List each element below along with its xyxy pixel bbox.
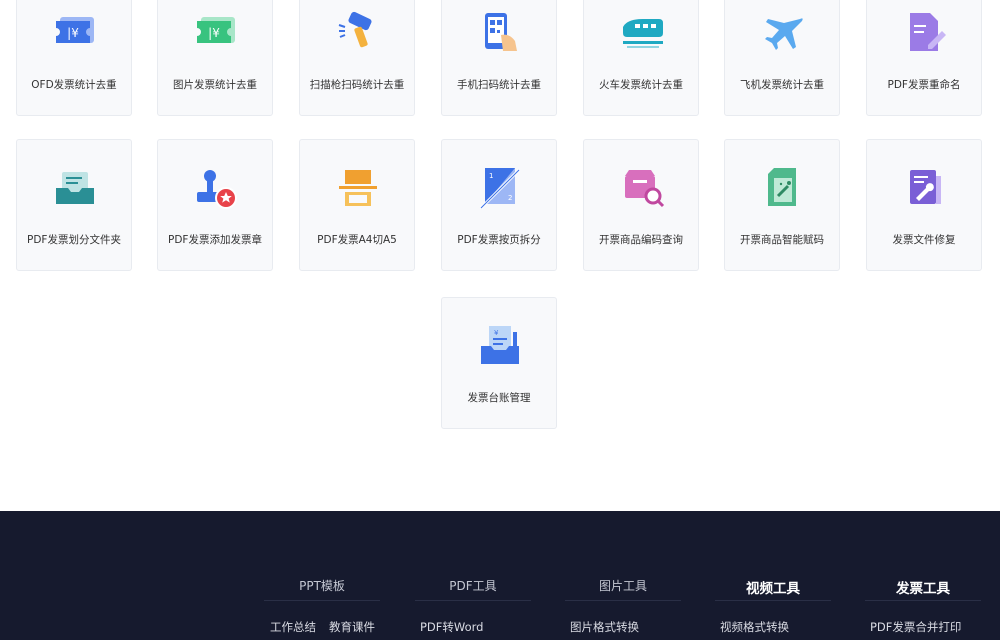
tool-pdf-invoice-rename[interactable]: PDF发票重命名	[866, 0, 982, 116]
airplane-icon	[765, 18, 803, 50]
svg-text:¥: ¥	[494, 329, 499, 337]
footer-heading-video-tools[interactable]: 视频工具	[715, 577, 831, 597]
tool-phone-scan-dedup[interactable]: 手机扫码统计去重	[441, 0, 557, 116]
tool-label: PDF发票A4切A5	[317, 234, 397, 246]
footer-link-pdf-invoice-merge-print[interactable]: PDF发票合并打印	[870, 619, 961, 635]
ledger-icon: ¥	[481, 326, 519, 364]
tool-label: OFD发票统计去重	[31, 79, 117, 91]
product-code-search-icon	[625, 170, 665, 208]
tool-label: 飞机发票统计去重	[740, 79, 824, 91]
tool-label: 开票商品智能赋码	[740, 234, 824, 246]
tool-label: PDF发票重命名	[887, 79, 961, 91]
stamp-icon	[197, 170, 237, 209]
tool-train-invoice-dedup[interactable]: 火车发票统计去重	[583, 0, 699, 116]
barcode-scanner-icon	[338, 11, 372, 48]
tool-product-code-search[interactable]: 开票商品编码查询	[583, 139, 699, 271]
tool-label: 手机扫码统计去重	[457, 79, 541, 91]
footer-divider	[565, 600, 681, 601]
footer-link-education-courseware[interactable]: 教育课件	[329, 619, 375, 635]
folder-split-icon	[56, 172, 94, 204]
tool-label: 图片发票统计去重	[173, 79, 257, 91]
ofd-invoice-icon: |¥	[56, 17, 94, 43]
tool-label: PDF发票按页拆分	[457, 234, 541, 246]
footer-divider	[415, 600, 531, 601]
tool-label: 开票商品编码查询	[599, 234, 683, 246]
footer-heading-image-tools[interactable]: 图片工具	[565, 577, 681, 594]
footer-divider	[264, 600, 380, 601]
phone-scan-icon	[485, 13, 517, 51]
footer-divider	[715, 600, 831, 601]
footer-link-image-format-convert[interactable]: 图片格式转换	[570, 619, 639, 635]
svg-text:|¥: |¥	[208, 26, 220, 40]
tool-label: 发票文件修复	[892, 234, 956, 246]
tool-scanner-dedup[interactable]: 扫描枪扫码统计去重	[299, 0, 415, 116]
tool-invoice-ledger[interactable]: ¥ 发票台账管理	[441, 297, 557, 429]
page-split-icon: 1 2	[479, 168, 521, 210]
tool-image-invoice-dedup[interactable]: |¥ 图片发票统计去重	[157, 0, 273, 116]
smart-coding-icon	[768, 168, 796, 206]
tool-pdf-a4-cut-a5[interactable]: PDF发票A4切A5	[299, 139, 415, 271]
footer-link-pdf-to-word[interactable]: PDF转Word	[420, 619, 483, 635]
footer-link-work-summary[interactable]: 工作总结	[270, 619, 316, 635]
train-icon	[623, 19, 663, 48]
tool-label: PDF发票划分文件夹	[27, 234, 121, 246]
footer-heading-pdf-tools[interactable]: PDF工具	[415, 577, 531, 594]
tool-label: 扫描枪扫码统计去重	[309, 79, 405, 91]
tool-ofd-invoice-dedup[interactable]: |¥ OFD发票统计去重	[16, 0, 132, 116]
file-repair-icon	[910, 170, 941, 204]
site-footer: PPT模板 工作总结 教育课件 PDF工具 PDF转Word 图片工具 图片格式…	[0, 511, 1000, 640]
footer-heading-ppt[interactable]: PPT模板	[264, 577, 380, 594]
tool-pdf-page-split[interactable]: 1 2 PDF发票按页拆分	[441, 139, 557, 271]
footer-link-video-format-convert[interactable]: 视频格式转换	[720, 619, 789, 635]
svg-text:|¥: |¥	[67, 26, 79, 40]
tool-pdf-add-stamp[interactable]: PDF发票添加发票章	[157, 139, 273, 271]
tool-pdf-folder-split[interactable]: PDF发票划分文件夹	[16, 139, 132, 271]
svg-text:1: 1	[489, 172, 493, 180]
tool-flight-invoice-dedup[interactable]: 飞机发票统计去重	[724, 0, 840, 116]
rename-edit-icon	[910, 13, 946, 51]
tool-invoice-file-repair[interactable]: 发票文件修复	[866, 139, 982, 271]
tool-label: 火车发票统计去重	[599, 79, 683, 91]
footer-heading-invoice-tools[interactable]: 发票工具	[865, 577, 981, 597]
svg-text:2: 2	[508, 194, 512, 202]
image-invoice-icon: |¥	[197, 17, 235, 43]
tool-label: PDF发票添加发票章	[168, 234, 262, 246]
tool-label: 发票台账管理	[467, 392, 531, 404]
tool-product-smart-coding[interactable]: 开票商品智能赋码	[724, 139, 840, 271]
a4-cut-a5-icon	[339, 170, 377, 206]
footer-divider	[865, 600, 981, 601]
